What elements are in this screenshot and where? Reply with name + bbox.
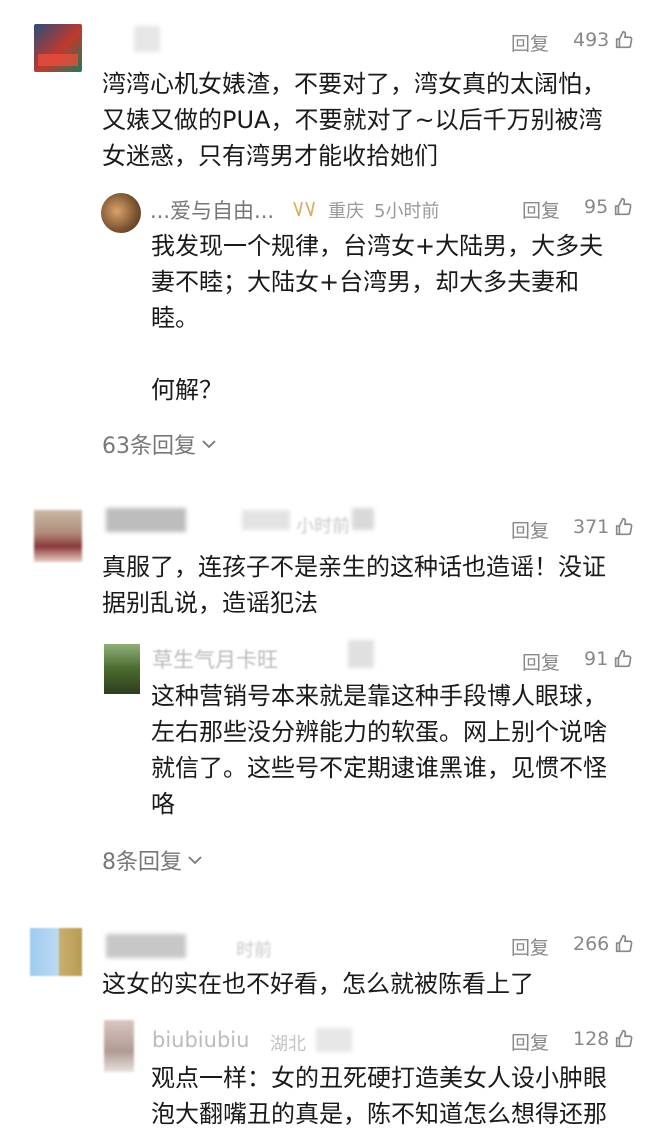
more-replies-label: 8条回复 [102, 850, 182, 875]
username-blurred [134, 26, 160, 52]
more-replies-button[interactable]: 63条回复 [102, 428, 216, 460]
reply-username[interactable]: ...爱与自由... [150, 195, 274, 225]
reply-location: 湖北 [270, 1034, 306, 1055]
chevron-down-icon [188, 855, 202, 865]
like-button[interactable]: 493 [573, 29, 635, 51]
avatar[interactable] [34, 24, 82, 72]
meta-blurred [242, 510, 290, 530]
reply-text: 我发现一个规律，台湾女+大陆男，大多夫 妻不睦；大陆女+台湾男，却大多夫妻和 睦… [151, 232, 604, 404]
comment-time: 时前 [236, 940, 272, 961]
like-button[interactable]: 95 [584, 196, 634, 218]
like-count: 266 [573, 933, 610, 955]
like-count: 493 [573, 29, 610, 51]
reply-text: 这种营销号本来就是靠这种手段博人眼球， 左右那些没分辨能力的软蛋。网上别个说啥 … [151, 682, 607, 818]
comment-text: 真服了，连孩子不是亲生的这种话也造谣！没证 据别乱说，造谣犯法 [102, 553, 606, 617]
like-count: 128 [573, 1028, 610, 1050]
like-count: 95 [584, 196, 609, 218]
avatar[interactable] [34, 510, 82, 562]
thumbs-up-icon [613, 29, 635, 51]
username-blurred [106, 508, 186, 532]
reply-button[interactable]: 回复 [522, 196, 560, 223]
more-replies-button[interactable]: 8条回复 [102, 844, 202, 876]
meta-blurred [316, 1028, 352, 1052]
reply-username[interactable]: biubiubiu [152, 1028, 249, 1052]
thumbs-up-icon [612, 196, 634, 218]
reply-button[interactable]: 回复 [511, 29, 549, 56]
thumbs-up-icon [613, 1028, 635, 1050]
more-replies-label: 63条回复 [102, 434, 196, 459]
reply-button[interactable]: 回复 [522, 648, 560, 675]
reply-avatar[interactable] [104, 1020, 134, 1072]
comment-time: 小时前 [296, 516, 350, 537]
reply-avatar[interactable] [101, 193, 141, 233]
reply-username[interactable]: 草生气月卡旺 [152, 644, 278, 674]
comment-3: 时前 回复 266 这女的实在也不好看，怎么就被陈看上了 biubiubiu 湖… [0, 910, 672, 1128]
like-count: 91 [584, 648, 609, 670]
like-button[interactable]: 266 [573, 933, 635, 955]
meta-blurred [352, 508, 374, 530]
like-count: 371 [573, 516, 610, 538]
reply-button[interactable]: 回复 [511, 1028, 549, 1055]
reply-avatar[interactable] [104, 644, 140, 694]
thumbs-up-icon [613, 516, 635, 538]
thumbs-up-icon [612, 648, 634, 670]
vip-badge-icon [292, 199, 316, 219]
reply-time: 5小时前 [374, 201, 440, 222]
comment-text: 湾湾心机女婊渣，不要对了，湾女真的太阔怕， 又婊又做的PUA，不要就对了~以后千… [102, 70, 606, 170]
comment-text: 这女的实在也不好看，怎么就被陈看上了 [102, 970, 534, 998]
like-button[interactable]: 91 [584, 648, 634, 670]
reply-location: 重庆 [328, 201, 364, 222]
reply-text: 观点一样：女的丑死硬打造美女人设小肿眼 泡大翻嘴丑的真是，陈不知道怎么想得还那 [151, 1064, 607, 1128]
chevron-down-icon [202, 439, 216, 449]
comment-2: 小时前 回复 371 真服了，连孩子不是亲生的这种话也造谣！没证 据别乱说，造谣… [0, 490, 672, 910]
reply-button[interactable]: 回复 [511, 516, 549, 543]
thumbs-up-icon [613, 933, 635, 955]
reply-button[interactable]: 回复 [511, 933, 549, 960]
like-button[interactable]: 371 [573, 516, 635, 538]
like-button[interactable]: 128 [573, 1028, 635, 1050]
comment-1: 回复 493 湾湾心机女婊渣，不要对了，湾女真的太阔怕， 又婊又做的PUA，不要… [0, 0, 672, 490]
meta-blurred [348, 640, 374, 668]
username-blurred [106, 934, 186, 958]
avatar[interactable] [30, 928, 82, 976]
